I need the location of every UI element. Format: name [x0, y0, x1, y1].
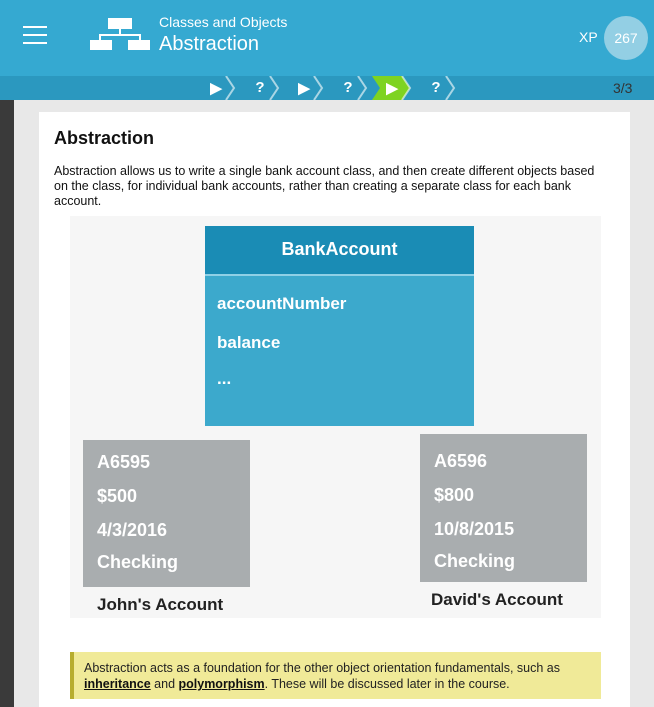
question-mark-icon: ? [343, 79, 353, 96]
note-text: Abstraction acts as a foundation for the… [84, 660, 594, 692]
note-prefix: Abstraction acts as a foundation for the… [84, 661, 560, 675]
play-icon: ▶ [386, 80, 398, 97]
polymorphism-link[interactable]: polymorphism [179, 677, 265, 691]
class-field: accountNumber [217, 294, 347, 313]
object-caption-john: John's Account [97, 595, 224, 614]
question-mark-icon: ? [431, 79, 441, 96]
xp-label: XP [579, 29, 598, 45]
inheritance-link[interactable]: inheritance [84, 677, 151, 691]
object-line: 10/8/2015 [434, 519, 515, 539]
lesson-paragraph: Abstraction allows us to write a single … [54, 164, 595, 208]
lesson-heading: Abstraction [54, 128, 155, 148]
progress-step-quiz-4[interactable]: ? [328, 76, 368, 100]
course-subtitle: Classes and Objects [159, 14, 288, 30]
object-line: 4/3/2016 [97, 520, 168, 540]
progress-step-play-5[interactable]: ▶ [372, 76, 412, 100]
object-box-david: A6596 $800 10/8/2015 Checking [420, 434, 587, 582]
object-line: A6596 [434, 451, 488, 471]
object-box-john: A6595 $500 4/3/2016 Checking [83, 440, 250, 587]
progress-step-quiz-2[interactable]: ? [240, 76, 280, 100]
lesson-card: Abstraction Abstraction allows us to wri… [39, 112, 630, 707]
lesson-title: Abstraction [159, 33, 260, 55]
play-icon: ▶ [298, 80, 310, 97]
object-line: $500 [97, 486, 138, 506]
object-line: A6595 [97, 452, 151, 472]
play-icon: ▶ [210, 80, 222, 97]
left-sidebar-edge [0, 100, 14, 707]
class-box: BankAccount accountNumber balance ... [205, 226, 474, 426]
class-field: balance [217, 333, 281, 352]
object-caption-david: David's Account [431, 590, 563, 609]
class-divider [205, 274, 474, 276]
object-line: Checking [97, 552, 179, 572]
progress-step-play-3[interactable]: ▶ [284, 76, 324, 100]
note-middle: and [150, 677, 179, 691]
step-counter: 3/3 [613, 80, 633, 96]
class-object-diagram: BankAccount accountNumber balance ... A6… [70, 216, 601, 618]
note-suffix: . These will be discussed later in the c… [264, 677, 510, 691]
class-name: BankAccount [205, 226, 474, 274]
hamburger-menu-icon[interactable] [23, 26, 47, 44]
lesson-progress-bar [0, 76, 654, 100]
object-line: Checking [434, 551, 516, 571]
question-mark-icon: ? [255, 79, 265, 96]
info-note: Abstraction acts as a foundation for the… [70, 652, 601, 699]
hierarchy-icon [90, 18, 150, 50]
progress-step-quiz-6[interactable]: ? [416, 76, 456, 100]
object-line: $800 [434, 485, 475, 505]
progress-step-play-1[interactable]: ▶ [196, 76, 236, 100]
xp-badge: 267 [604, 16, 648, 60]
top-bar: Classes and Objects Abstraction XP 267 [0, 0, 654, 76]
class-field: ... [217, 369, 232, 388]
